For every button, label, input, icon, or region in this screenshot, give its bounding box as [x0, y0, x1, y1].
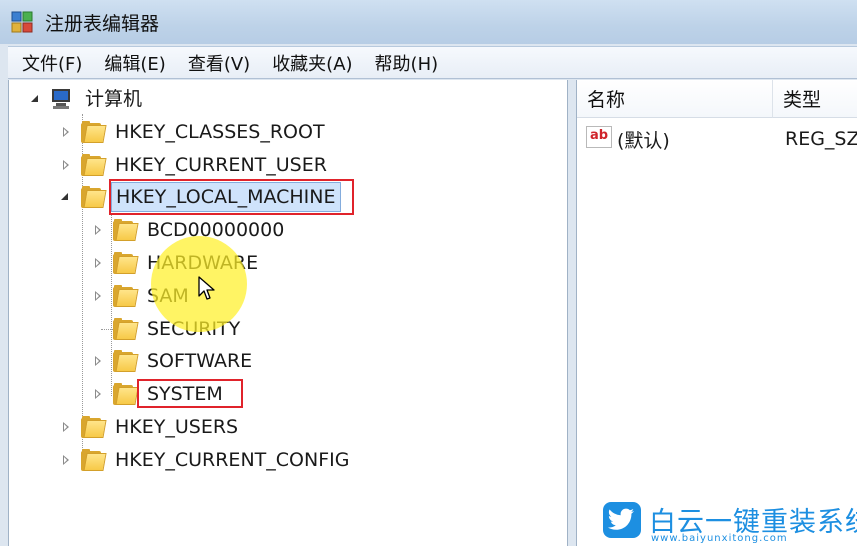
menu-bar: 文件(F) 编辑(E) 查看(V) 收藏夹(A) 帮助(H): [8, 46, 857, 79]
menu-favorites[interactable]: 收藏夹(A): [261, 50, 363, 76]
tree-item-system[interactable]: SYSTEM: [93, 379, 227, 409]
watermark-url: www.baiyunxitong.com: [651, 533, 788, 544]
tree-item-label: HKEY_CURRENT_USER: [115, 154, 327, 176]
menu-help[interactable]: 帮助(H): [364, 50, 450, 76]
tree-item-label: HARDWARE: [147, 252, 259, 274]
expand-arrow-icon[interactable]: [61, 127, 71, 137]
folder-icon: [81, 154, 107, 176]
tree-item-label: HKEY_USERS: [115, 416, 239, 438]
expand-arrow-icon[interactable]: [93, 291, 103, 301]
twitter-bird-icon: [603, 502, 641, 538]
expand-arrow-icon[interactable]: [93, 356, 103, 366]
tree-item-label: HKEY_CURRENT_CONFIG: [115, 449, 350, 471]
registry-editor-icon: [11, 11, 35, 33]
tree-item-bcd[interactable]: BCD00000000: [93, 215, 288, 245]
values-list[interactable]: 名称 类型 ab (默认) REG_SZ: [576, 80, 857, 546]
tree-item-software[interactable]: SOFTWARE: [93, 346, 256, 376]
tree-item-label: HKEY_CLASSES_ROOT: [115, 121, 325, 143]
tree-item-security[interactable]: SECURITY: [113, 314, 244, 344]
tree-item-label: SAM: [147, 285, 189, 307]
string-value-icon: ab: [586, 126, 612, 148]
expand-arrow-icon[interactable]: [61, 422, 71, 432]
tree-item-sam[interactable]: SAM: [93, 281, 193, 311]
tree-item-hardware[interactable]: HARDWARE: [93, 248, 262, 278]
expand-arrow-icon[interactable]: [93, 225, 103, 235]
tree-item-hkey-users[interactable]: HKEY_USERS: [61, 412, 242, 442]
folder-icon: [113, 318, 139, 340]
expand-arrow-icon[interactable]: [93, 258, 103, 268]
collapse-arrow-icon[interactable]: [61, 192, 71, 202]
tree-connector: [101, 329, 113, 330]
tree-item-hkey-current-user[interactable]: HKEY_CURRENT_USER: [61, 150, 331, 180]
folder-icon: [81, 186, 107, 208]
title-bar: 注册表编辑器: [0, 0, 857, 44]
registry-tree[interactable]: 计算机 HKEY_CLASSES_ROOT HKEY_CURRENT_USER …: [8, 80, 568, 546]
expand-arrow-icon[interactable]: [61, 455, 71, 465]
tree-item-computer[interactable]: 计算机: [31, 84, 146, 114]
mouse-cursor-icon: [197, 276, 217, 302]
folder-icon: [81, 449, 107, 471]
tree-item-hkey-local-machine[interactable]: HKEY_LOCAL_MACHINE: [61, 182, 341, 212]
collapse-arrow-icon[interactable]: [31, 94, 41, 104]
watermark: 白云一键重装系统 www.baiyunxitong.com: [603, 500, 857, 546]
expand-arrow-icon[interactable]: [61, 160, 71, 170]
value-type: REG_SZ: [785, 128, 857, 150]
tree-item-label: SECURITY: [147, 318, 241, 340]
tree-item-label: HKEY_LOCAL_MACHINE: [111, 182, 341, 212]
folder-icon: [113, 252, 139, 274]
list-item[interactable]: ab (默认) REG_SZ: [577, 124, 857, 154]
tree-item-hkey-current-config[interactable]: HKEY_CURRENT_CONFIG: [61, 445, 353, 475]
menu-file[interactable]: 文件(F): [8, 50, 93, 76]
folder-icon: [113, 383, 139, 405]
computer-icon: [49, 88, 73, 110]
folder-icon: [113, 219, 139, 241]
tree-item-label: 计算机: [85, 88, 143, 110]
menu-edit[interactable]: 编辑(E): [93, 50, 176, 76]
folder-icon: [113, 350, 139, 372]
tree-item-label: SYSTEM: [147, 383, 223, 405]
value-name: (默认): [617, 129, 670, 152]
expand-arrow-icon[interactable]: [93, 389, 103, 399]
folder-icon: [81, 416, 107, 438]
tree-item-hkey-classes-root[interactable]: HKEY_CLASSES_ROOT: [61, 117, 329, 147]
menu-view[interactable]: 查看(V): [177, 50, 261, 76]
window-title: 注册表编辑器: [45, 12, 160, 35]
folder-icon: [81, 121, 107, 143]
tree-item-label: SOFTWARE: [147, 350, 253, 372]
column-header-type[interactable]: 类型: [773, 80, 857, 118]
folder-icon: [113, 285, 139, 307]
column-header-name[interactable]: 名称: [577, 80, 773, 118]
tree-item-label: BCD00000000: [147, 219, 285, 241]
pane-splitter[interactable]: [568, 80, 576, 546]
